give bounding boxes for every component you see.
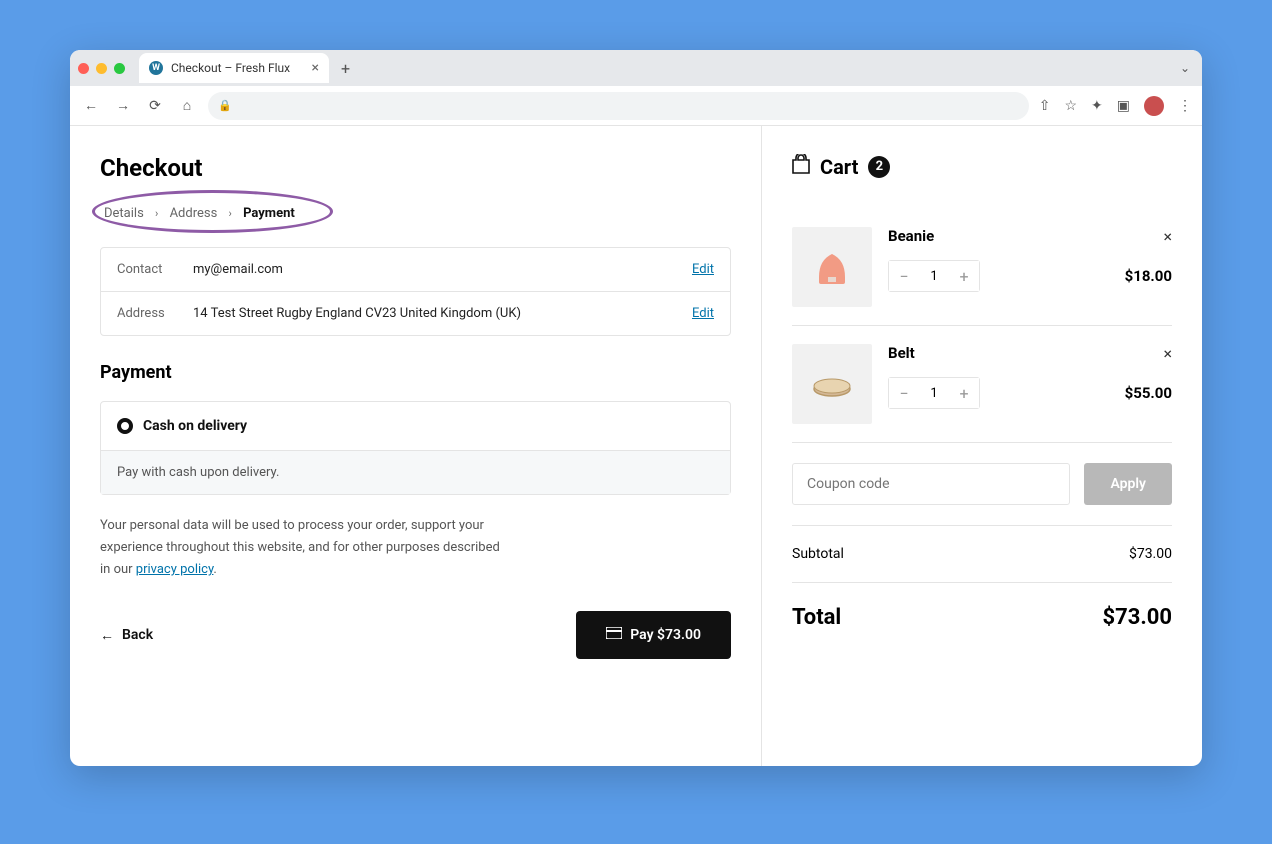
subtotal-value: $73.00 (1129, 546, 1172, 562)
address-row: Address 14 Test Street Rugby England CV2… (101, 291, 730, 335)
qty-value: 1 (919, 269, 949, 284)
contact-row: Contact my@email.com Edit (101, 248, 730, 291)
breadcrumb-step-payment: Payment (243, 206, 295, 221)
share-icon[interactable]: ⇧ (1039, 98, 1051, 114)
tabs-dropdown-icon[interactable]: ⌄ (1180, 61, 1190, 75)
breadcrumb: Details › Address › Payment (100, 196, 325, 227)
payment-method-name: Cash on delivery (143, 418, 247, 434)
address-bar[interactable]: 🔒 (208, 92, 1029, 120)
item-name: Belt (888, 344, 915, 362)
contact-value: my@email.com (193, 262, 692, 277)
cart-title: Cart (820, 155, 858, 179)
quantity-stepper: − 1 + (888, 377, 980, 409)
item-price: $55.00 (1125, 384, 1172, 402)
back-label: Back (122, 627, 153, 643)
close-tab-icon[interactable]: × (312, 60, 319, 76)
coupon-input[interactable] (792, 463, 1070, 505)
radio-selected-icon[interactable] (117, 418, 133, 434)
chevron-right-icon: › (229, 207, 232, 220)
product-thumbnail (792, 227, 872, 307)
address-value: 14 Test Street Rugby England CV23 United… (193, 306, 692, 321)
apply-coupon-button[interactable]: Apply (1084, 463, 1172, 505)
toolbar-right: ⇧ ☆ ✦ ▣ ⋮ (1039, 96, 1192, 116)
arrow-left-icon: ← (100, 627, 114, 644)
new-tab-button[interactable]: + (335, 59, 356, 78)
profile-avatar[interactable] (1144, 96, 1164, 116)
cart-count-badge: 2 (868, 156, 890, 178)
zoom-window-icon[interactable] (114, 63, 125, 74)
increase-qty-button[interactable]: + (949, 261, 979, 291)
bookmark-icon[interactable]: ☆ (1064, 98, 1077, 114)
cart-column: Cart 2 Beanie × − 1 + (762, 126, 1202, 766)
quantity-stepper: − 1 + (888, 260, 980, 292)
decrease-qty-button[interactable]: − (889, 261, 919, 291)
cart-item: Belt × − 1 + $55.00 (792, 326, 1172, 443)
panel-icon[interactable]: ▣ (1117, 98, 1130, 114)
page-content: Checkout Details › Address › Payment Con… (70, 126, 1202, 766)
browser-toolbar: ← → ⟳ ⌂ 🔒 ⇧ ☆ ✦ ▣ ⋮ (70, 86, 1202, 126)
tab-bar: W Checkout – Fresh Flux × + ⌄ (70, 50, 1202, 86)
browser-window: W Checkout – Fresh Flux × + ⌄ ← → ⟳ ⌂ 🔒 … (70, 50, 1202, 766)
payment-heading: Payment (100, 362, 731, 383)
page-title: Checkout (100, 154, 731, 182)
payment-methods: Cash on delivery Pay with cash upon deli… (100, 401, 731, 495)
window-controls (78, 63, 125, 74)
total-label: Total (792, 605, 841, 630)
lock-icon: 🔒 (218, 99, 232, 112)
breadcrumb-step-address[interactable]: Address (170, 206, 218, 221)
contact-label: Contact (117, 262, 193, 277)
credit-card-icon (606, 627, 622, 643)
item-name: Beanie (888, 227, 934, 245)
qty-value: 1 (919, 386, 949, 401)
minimize-window-icon[interactable] (96, 63, 107, 74)
checkout-actions: ← Back Pay $73.00 (100, 611, 731, 659)
home-icon[interactable]: ⌂ (176, 97, 198, 114)
coupon-row: Apply (792, 443, 1172, 526)
total-value: $73.00 (1103, 605, 1173, 630)
close-window-icon[interactable] (78, 63, 89, 74)
product-thumbnail (792, 344, 872, 424)
total-row: Total $73.00 (792, 583, 1172, 652)
subtotal-row: Subtotal $73.00 (792, 526, 1172, 583)
pay-button[interactable]: Pay $73.00 (576, 611, 731, 659)
chevron-right-icon: › (155, 207, 158, 220)
cart-header: Cart 2 (792, 154, 1172, 179)
edit-contact-link[interactable]: Edit (692, 262, 714, 277)
order-info-table: Contact my@email.com Edit Address 14 Tes… (100, 247, 731, 336)
browser-tab[interactable]: W Checkout – Fresh Flux × (139, 53, 329, 83)
remove-item-icon[interactable]: × (1163, 227, 1172, 246)
breadcrumb-step-details[interactable]: Details (104, 206, 144, 221)
checkout-column: Checkout Details › Address › Payment Con… (70, 126, 762, 766)
item-price: $18.00 (1125, 267, 1172, 285)
extensions-icon[interactable]: ✦ (1091, 98, 1103, 114)
menu-icon[interactable]: ⋮ (1178, 98, 1192, 114)
remove-item-icon[interactable]: × (1163, 344, 1172, 363)
edit-address-link[interactable]: Edit (692, 306, 714, 321)
privacy-notice: Your personal data will be used to proce… (100, 515, 500, 581)
forward-nav-icon[interactable]: → (112, 97, 134, 114)
payment-method-option[interactable]: Cash on delivery (101, 402, 730, 450)
address-label: Address (117, 306, 193, 321)
back-nav-icon[interactable]: ← (80, 97, 102, 114)
back-button[interactable]: ← Back (100, 627, 153, 644)
increase-qty-button[interactable]: + (949, 378, 979, 408)
decrease-qty-button[interactable]: − (889, 378, 919, 408)
pay-label: Pay $73.00 (630, 627, 701, 643)
privacy-policy-link[interactable]: privacy policy (136, 562, 214, 577)
shopping-bag-icon (792, 154, 810, 179)
subtotal-label: Subtotal (792, 546, 844, 562)
reload-icon[interactable]: ⟳ (144, 98, 166, 114)
tab-title: Checkout – Fresh Flux (171, 61, 290, 75)
cart-item: Beanie × − 1 + $18.00 (792, 209, 1172, 326)
payment-method-description: Pay with cash upon delivery. (101, 450, 730, 494)
wordpress-favicon-icon: W (149, 61, 163, 75)
